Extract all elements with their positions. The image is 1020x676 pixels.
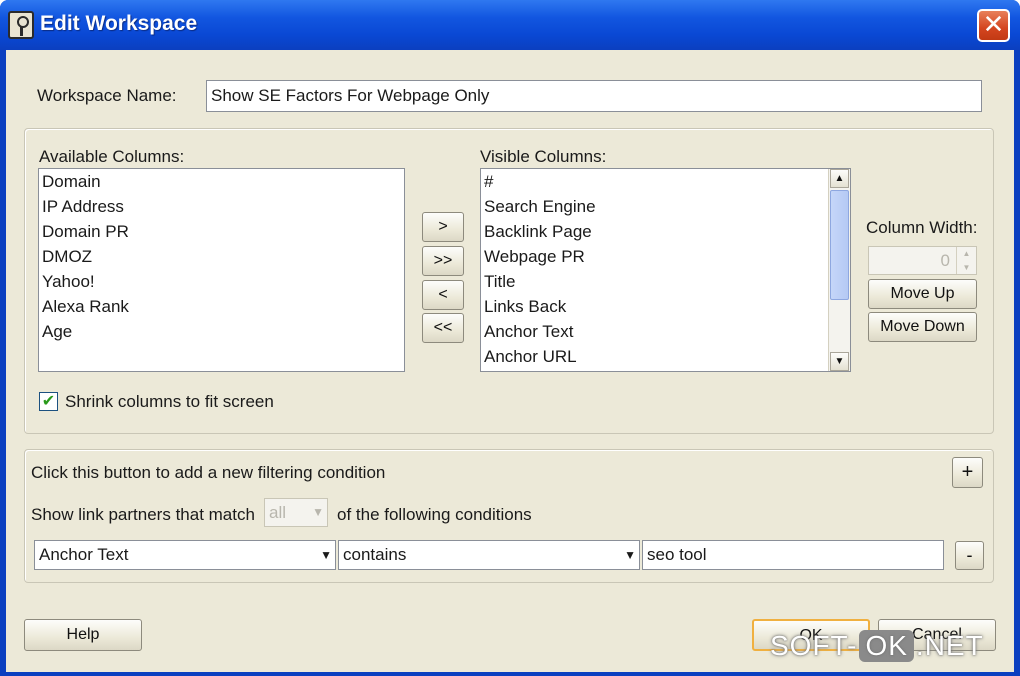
title-bar[interactable]: Edit Workspace ✕ bbox=[0, 0, 1020, 50]
watermark-left-text: SOFT- bbox=[770, 630, 858, 661]
list-item[interactable]: Webpage PR bbox=[481, 244, 850, 269]
list-item[interactable]: Search Engine bbox=[481, 194, 850, 219]
chevron-down-icon: ▼ bbox=[624, 548, 636, 562]
workspace-name-input[interactable]: Show SE Factors For Webpage Only bbox=[206, 80, 982, 112]
add-column-button[interactable]: > bbox=[422, 212, 464, 242]
scroll-thumb[interactable] bbox=[830, 190, 849, 300]
match-suffix-label: of the following conditions bbox=[337, 505, 532, 524]
match-mode-value: all bbox=[269, 503, 287, 522]
list-item[interactable]: IP Address bbox=[39, 194, 404, 219]
match-mode-select[interactable]: all ▼ bbox=[264, 498, 328, 527]
column-width-value: 0 bbox=[940, 251, 950, 270]
list-item[interactable]: Alexa Rank bbox=[39, 294, 404, 319]
visible-columns-label: Visible Columns: bbox=[480, 147, 607, 166]
add-condition-hint: Click this button to add a new filtering… bbox=[31, 463, 386, 482]
remove-all-columns-button[interactable]: << bbox=[422, 313, 464, 343]
watermark-ok-badge: OK bbox=[859, 630, 914, 662]
condition-value-input[interactable]: seo tool bbox=[642, 540, 944, 570]
move-down-button[interactable]: Move Down bbox=[868, 312, 977, 342]
watermark-right-text: .NET bbox=[915, 630, 984, 661]
list-item[interactable]: Anchor Text bbox=[481, 319, 850, 344]
match-prefix-label: Show link partners that match bbox=[31, 505, 255, 524]
remove-column-button[interactable]: < bbox=[422, 280, 464, 310]
list-item[interactable]: # bbox=[481, 169, 850, 194]
shrink-columns-checkbox[interactable]: ✔ bbox=[39, 392, 58, 411]
available-columns-label: Available Columns: bbox=[39, 147, 185, 166]
list-item[interactable]: Links Back bbox=[481, 294, 850, 319]
condition-operator-value: contains bbox=[343, 545, 407, 564]
edit-workspace-window: Edit Workspace ✕ Workspace Name: Show SE… bbox=[0, 0, 1020, 676]
list-item[interactable]: Yahoo! bbox=[39, 269, 404, 294]
shrink-columns-label: Shrink columns to fit screen bbox=[65, 392, 274, 411]
condition-field-value: Anchor Text bbox=[39, 545, 129, 564]
list-item[interactable]: Backlink Page bbox=[481, 219, 850, 244]
list-item[interactable]: Anchor URL bbox=[481, 344, 850, 369]
visible-columns-list[interactable]: # Search Engine Backlink Page Webpage PR… bbox=[480, 168, 851, 372]
workspace-name-label: Workspace Name: bbox=[37, 86, 177, 105]
scroll-down-arrow-icon[interactable]: ▼ bbox=[830, 352, 849, 371]
window-title: Edit Workspace bbox=[40, 12, 198, 35]
list-item[interactable]: Domain PR bbox=[39, 219, 404, 244]
chevron-down-icon: ▼ bbox=[312, 505, 324, 519]
list-item[interactable]: Age bbox=[39, 319, 404, 344]
spinner-arrows-icon[interactable]: ▲ ▼ bbox=[956, 247, 976, 274]
watermark: SOFT- OK .NET bbox=[770, 630, 984, 662]
condition-field-select[interactable]: Anchor Text ▼ bbox=[34, 540, 336, 570]
visible-columns-scrollbar[interactable]: ▲ ▼ bbox=[828, 169, 850, 371]
move-up-button[interactable]: Move Up bbox=[868, 279, 977, 309]
add-condition-button[interactable]: + bbox=[952, 457, 983, 488]
dialog-body: Workspace Name: Show SE Factors For Webp… bbox=[6, 50, 1014, 672]
condition-operator-select[interactable]: contains ▼ bbox=[338, 540, 640, 570]
checkmark-icon: ✔ bbox=[41, 393, 56, 410]
list-item[interactable]: Domain bbox=[39, 169, 404, 194]
close-button[interactable]: ✕ bbox=[977, 9, 1010, 42]
column-width-label: Column Width: bbox=[866, 218, 978, 237]
list-item[interactable]: DMOZ bbox=[39, 244, 404, 269]
remove-condition-button[interactable]: - bbox=[955, 541, 984, 570]
chevron-down-icon: ▼ bbox=[320, 548, 332, 562]
column-width-spinner[interactable]: 0 ▲ ▼ bbox=[868, 246, 977, 275]
list-item[interactable]: Title bbox=[481, 269, 850, 294]
help-button[interactable]: Help bbox=[24, 619, 142, 651]
app-key-icon bbox=[8, 11, 34, 39]
add-all-columns-button[interactable]: >> bbox=[422, 246, 464, 276]
scroll-up-arrow-icon[interactable]: ▲ bbox=[830, 169, 849, 188]
available-columns-list[interactable]: Domain IP Address Domain PR DMOZ Yahoo! … bbox=[38, 168, 405, 372]
